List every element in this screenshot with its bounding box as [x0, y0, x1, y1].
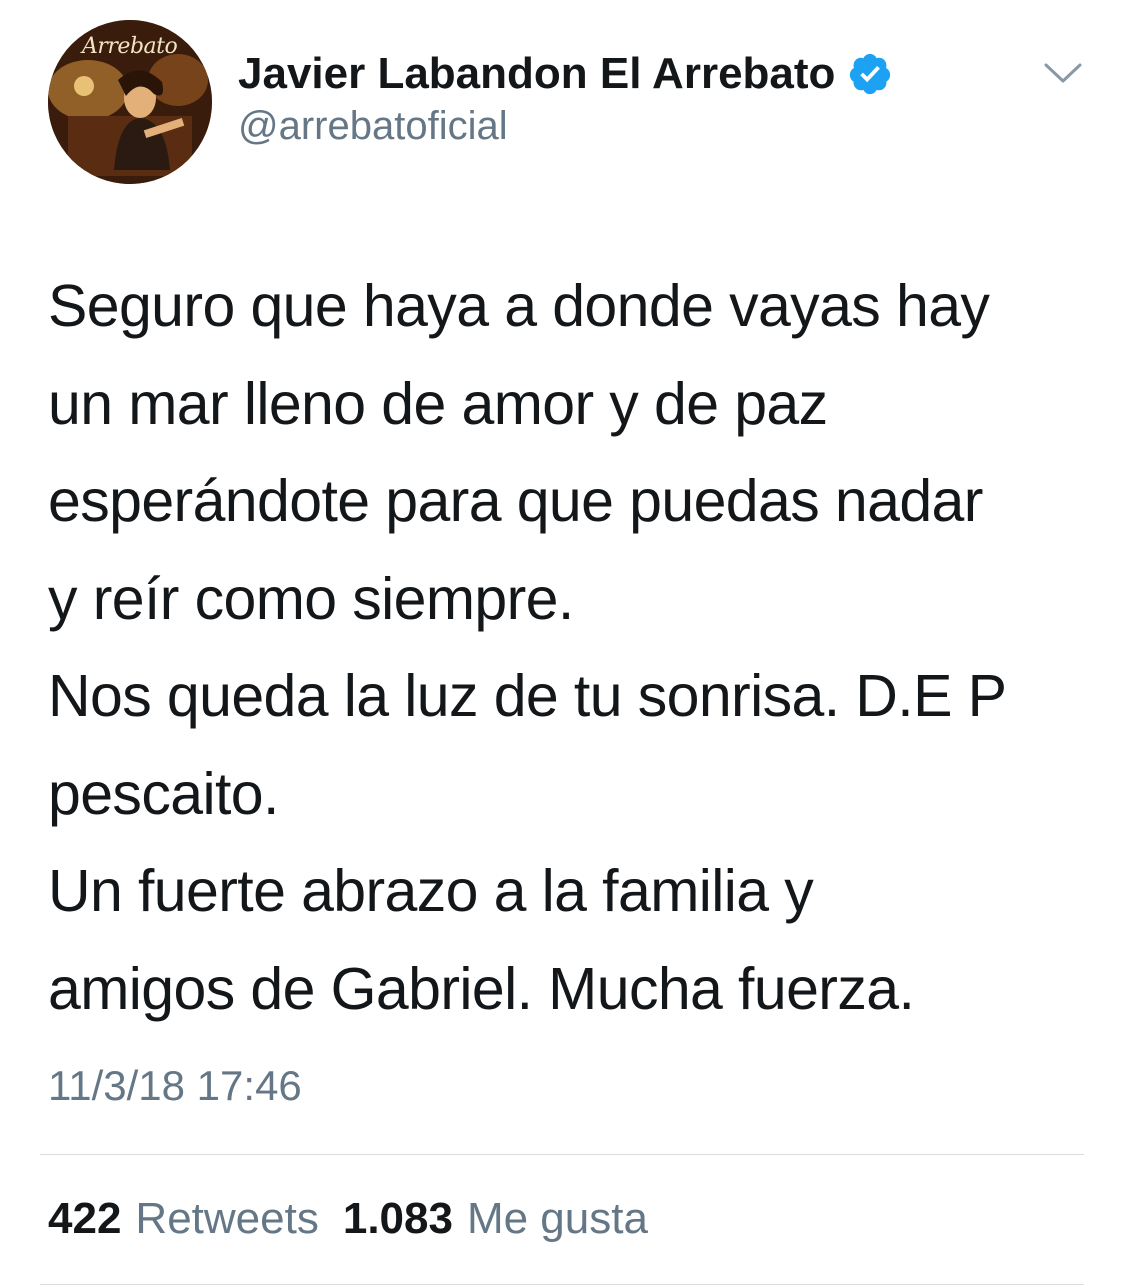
retweets-count: 422 [48, 1194, 122, 1243]
display-name[interactable]: Javier Labandon El Arrebato [238, 49, 835, 99]
likes-stat[interactable]: 1.083 Me gusta [343, 1194, 648, 1244]
tweet-text-line: pescaito. [48, 760, 279, 827]
tweet-stats: 422 Retweets 1.083 Me gusta [48, 1194, 648, 1244]
author-name-row[interactable]: Javier Labandon El Arrebato [238, 44, 893, 104]
avatar[interactable]: Arrebato [48, 20, 212, 184]
tweet-text-line: y reír como siempre. [48, 565, 574, 632]
tweet-text-line: amigos de Gabriel. Mucha fuerza. [48, 955, 915, 1022]
tweet-text-line: un mar lleno de amor y de paz [48, 370, 828, 437]
likes-count: 1.083 [342, 1194, 453, 1243]
tweet-text-line: Un fuerte abrazo a la familia y [48, 858, 814, 924]
tweet-text: Seguro que haya a donde vayas hay un mar… [48, 258, 1088, 1038]
avatar-wordmark: Arrebato [82, 34, 178, 59]
likes-label: Me gusta [466, 1194, 648, 1243]
verified-badge-icon [850, 53, 891, 95]
author-handle[interactable]: @arrebatoficial [238, 104, 508, 149]
divider [40, 1154, 1084, 1155]
chevron-down-icon[interactable] [1040, 58, 1086, 88]
tweet-text-line: esperándote para que puedas nadar [48, 468, 983, 534]
retweets-stat[interactable]: 422 Retweets [48, 1194, 319, 1244]
tweet-text-line: Seguro que haya a donde vayas hay [48, 273, 990, 339]
retweets-label: Retweets [135, 1194, 319, 1243]
divider [40, 1284, 1084, 1285]
tweet-timestamp[interactable]: 11/3/18 17:46 [48, 1062, 302, 1110]
tweet-text-line: Nos queda la luz de tu sonrisa. D.E P [48, 663, 1007, 729]
